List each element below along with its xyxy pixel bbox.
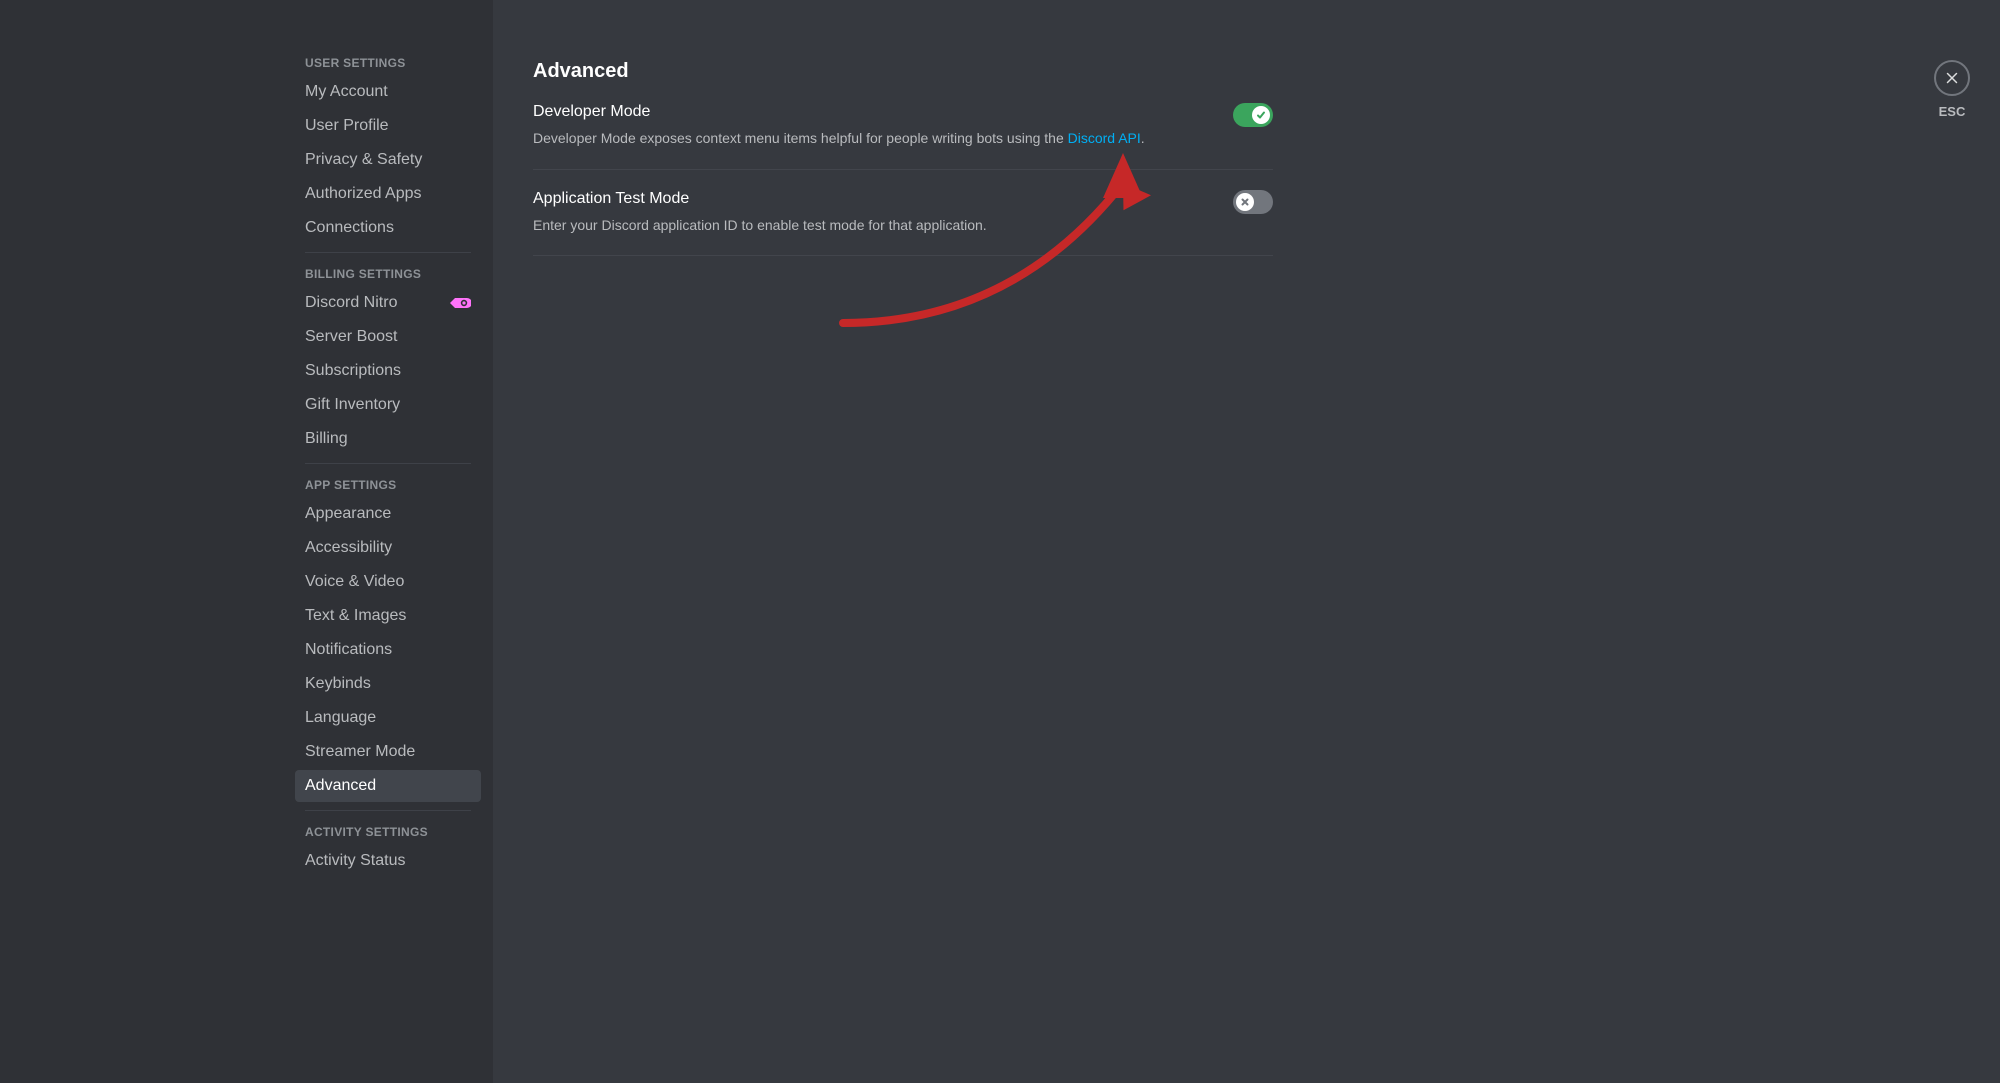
sidebar-section-header: USER SETTINGS [295,50,481,76]
sidebar-item-label: Appearance [305,504,391,524]
sidebar-item-label: Authorized Apps [305,184,422,204]
sidebar-item-discord-nitro[interactable]: Discord Nitro [295,287,481,319]
sidebar-item-label: Keybinds [305,674,371,694]
setting-app-test-mode: Application Test Mode Enter your Discord… [533,190,1273,257]
page-title: Advanced [533,60,1273,83]
sidebar-section-header: APP SETTINGS [295,472,481,498]
nitro-badge-icon [448,295,471,311]
sidebar-separator [305,252,471,253]
setting-developer-mode: Developer Mode Developer Mode exposes co… [533,103,1273,170]
sidebar-item-label: Notifications [305,640,392,660]
developer-mode-desc: Developer Mode exposes context menu item… [533,129,1273,149]
sidebar-item-label: Privacy & Safety [305,150,422,170]
sidebar-separator [305,463,471,464]
sidebar-item-label: Connections [305,218,394,238]
sidebar-item-keybinds[interactable]: Keybinds [295,668,481,700]
sidebar-item-appearance[interactable]: Appearance [295,498,481,530]
sidebar-item-gift-inventory[interactable]: Gift Inventory [295,389,481,421]
sidebar-item-label: Gift Inventory [305,395,400,415]
sidebar-section-header: BILLING SETTINGS [295,261,481,287]
sidebar-item-billing[interactable]: Billing [295,423,481,455]
settings-content: Advanced Developer Mode Developer Mode e… [493,0,2000,1083]
close-icon [1943,69,1961,87]
esc-label: ESC [1939,104,1966,119]
sidebar-item-privacy-safety[interactable]: Privacy & Safety [295,144,481,176]
sidebar-item-user-profile[interactable]: User Profile [295,110,481,142]
sidebar-item-label: Server Boost [305,327,397,347]
sidebar-item-advanced[interactable]: Advanced [295,770,481,802]
sidebar-item-label: Accessibility [305,538,392,558]
close-button[interactable] [1934,60,1970,96]
sidebar-item-accessibility[interactable]: Accessibility [295,532,481,564]
sidebar-item-label: Text & Images [305,606,406,626]
sidebar-item-label: My Account [305,82,388,102]
app-test-mode-toggle[interactable] [1233,190,1273,214]
discord-api-link[interactable]: Discord API [1068,130,1141,146]
sidebar-separator [305,810,471,811]
sidebar-item-connections[interactable]: Connections [295,212,481,244]
sidebar-item-label: Advanced [305,776,376,796]
sidebar-item-notifications[interactable]: Notifications [295,634,481,666]
toggle-knob [1236,193,1254,211]
sidebar-item-label: Voice & Video [305,572,404,592]
developer-mode-toggle[interactable] [1233,103,1273,127]
sidebar-item-subscriptions[interactable]: Subscriptions [295,355,481,387]
sidebar-item-label: Activity Status [305,851,405,871]
sidebar-item-voice-video[interactable]: Voice & Video [295,566,481,598]
settings-sidebar: USER SETTINGS My Account User Profile Priva… [0,0,493,1083]
check-icon [1256,110,1266,120]
sidebar-item-server-boost[interactable]: Server Boost [295,321,481,353]
toggle-knob [1252,106,1270,124]
sidebar-item-activity-status[interactable]: Activity Status [295,845,481,877]
sidebar-item-authorized-apps[interactable]: Authorized Apps [295,178,481,210]
sidebar-item-streamer-mode[interactable]: Streamer Mode [295,736,481,768]
app-root: USER SETTINGS My Account User Profile Priva… [0,0,2000,1083]
sidebar-item-label: Subscriptions [305,361,401,381]
sidebar-item-label: Language [305,708,376,728]
app-test-mode-desc: Enter your Discord application ID to ena… [533,216,1273,236]
sidebar-item-my-account[interactable]: My Account [295,76,481,108]
developer-mode-title: Developer Mode [533,103,1273,121]
sidebar-item-text-images[interactable]: Text & Images [295,600,481,632]
close-area: ESC [1934,60,1970,119]
app-test-mode-title: Application Test Mode [533,190,1273,208]
sidebar-item-language[interactable]: Language [295,702,481,734]
sidebar-item-label: Billing [305,429,348,449]
sidebar-item-label: User Profile [305,116,389,136]
sidebar-section-header: ACTIVITY SETTINGS [295,819,481,845]
sidebar-item-label: Discord Nitro [305,293,397,313]
x-icon [1240,197,1250,207]
sidebar-item-label: Streamer Mode [305,742,415,762]
